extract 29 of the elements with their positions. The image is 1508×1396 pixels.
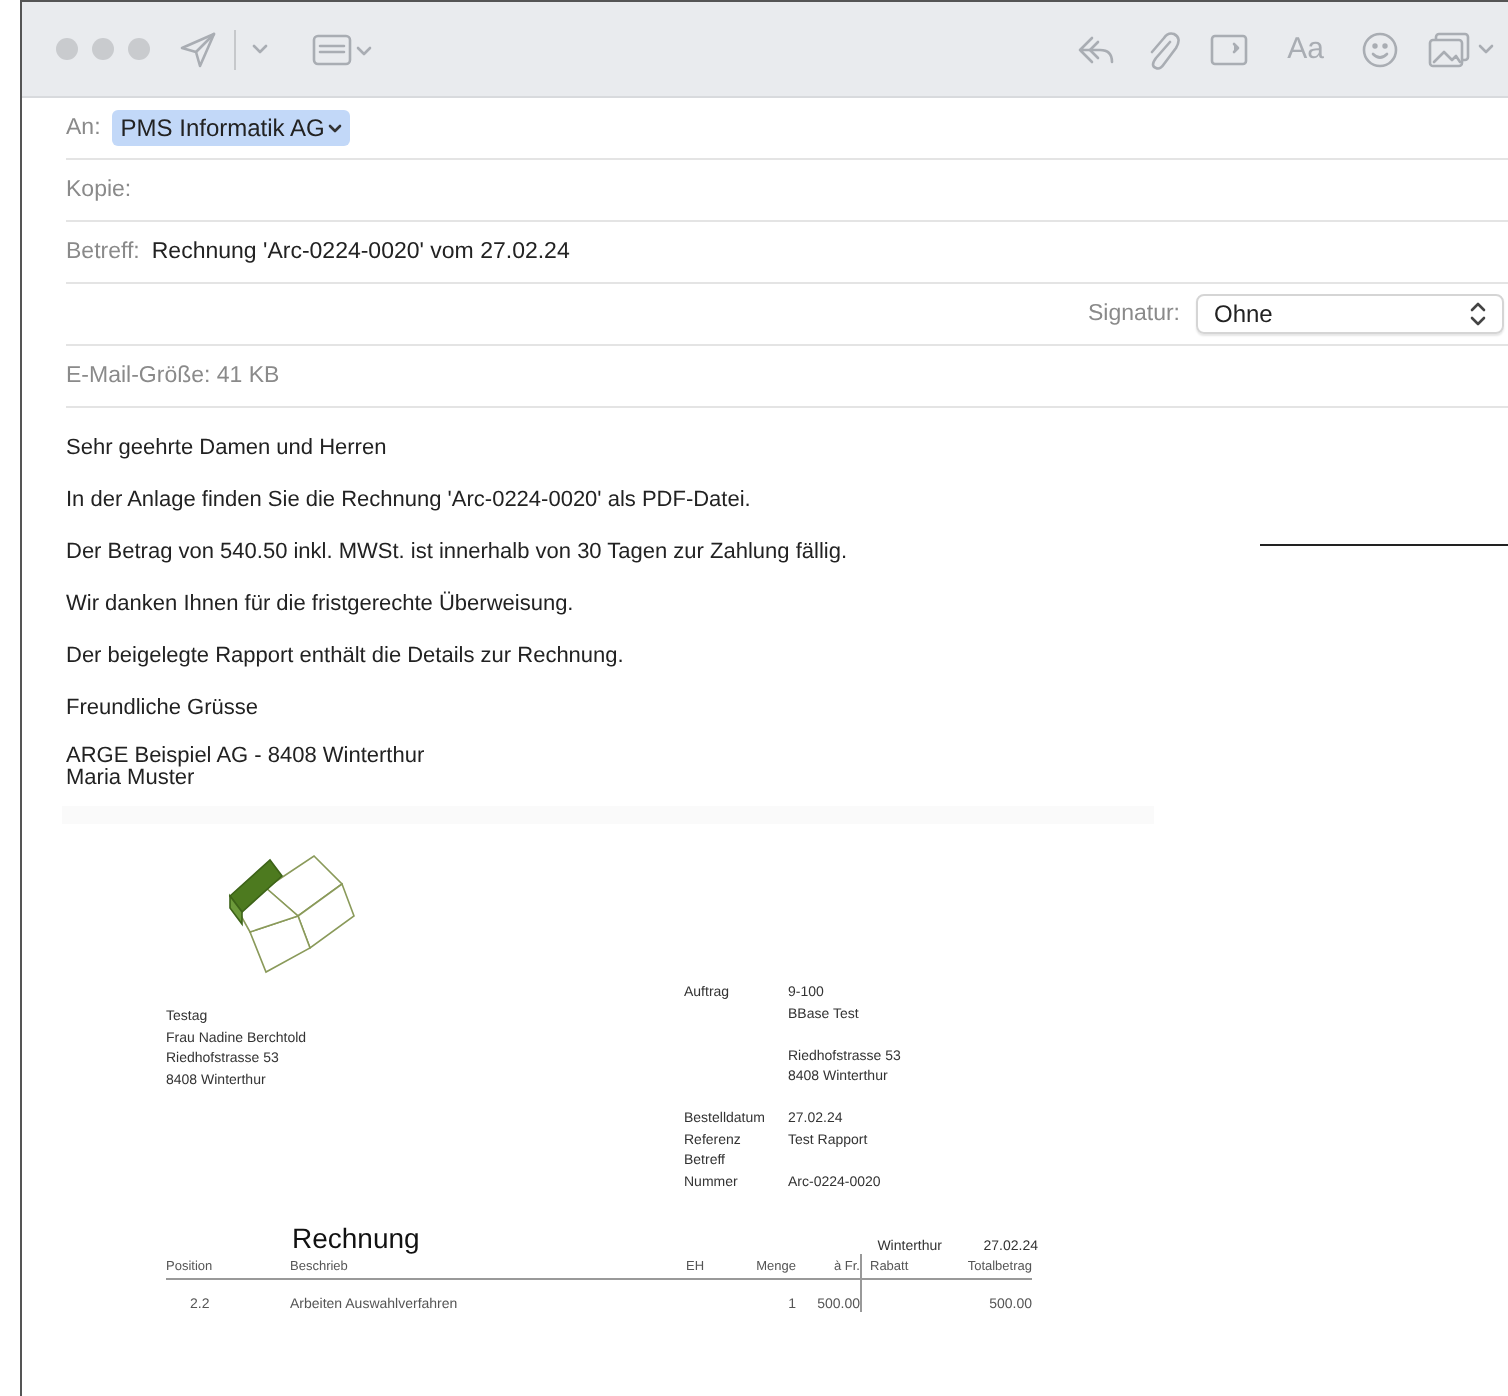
body-paragraph: Der Betrag von 540.50 inkl. MWSt. ist innerhalb von 30 Tagen zur Zahlung fällig. <box>66 540 850 566</box>
body-paragraph: Der beigelegte Rapport enthält die Details zur Rechnung. <box>66 644 626 670</box>
field-label: Signatur: <box>1087 302 1180 326</box>
signature-line: Maria Muster <box>66 768 195 790</box>
window-control-button[interactable] <box>128 38 150 60</box>
field-label: An: <box>66 116 101 140</box>
signature-select[interactable]: Ohne <box>1196 294 1504 334</box>
photo-icon[interactable] <box>1428 29 1496 69</box>
body-paragraph: Sehr geehrte Damen und Herren <box>66 436 389 462</box>
invoice-title: Rechnung <box>292 1222 422 1254</box>
caret-icon[interactable] <box>328 123 343 133</box>
window-control-button[interactable] <box>56 38 78 60</box>
body-paragraph: In der Anlage finden Sie die Rechnung 'Arc-0224-0020' als PDF-Datei. <box>66 488 753 514</box>
recipient-token[interactable]: PMS Informatik AG <box>112 110 351 146</box>
send-icon[interactable] <box>178 29 218 69</box>
subject-text: Rechnung 'Arc-0224-0020' vom 27.02.24 <box>151 240 570 264</box>
smiley-icon[interactable] <box>1360 29 1400 69</box>
header-fields-icon[interactable] <box>312 31 372 67</box>
markup-icon[interactable] <box>1207 29 1252 69</box>
recipient-name: PMS Informatik AG <box>120 114 325 142</box>
size-text: E-Mail-Größe: 41 KB <box>66 364 280 388</box>
reply-icon[interactable] <box>1075 31 1116 67</box>
field-label: Kopie: <box>66 178 132 202</box>
body-paragraph: Wir danken Ihnen für die fristgerechte Überweisung. <box>66 592 576 618</box>
signature-line: ARGE Beispiel AG - 8408 Winterthur <box>66 746 427 768</box>
updown-icon[interactable] <box>1470 302 1486 326</box>
body-paragraph: Freundliche Grüsse <box>66 696 260 722</box>
field-label: Betreff: <box>66 240 140 264</box>
window-control-button[interactable] <box>92 38 114 60</box>
